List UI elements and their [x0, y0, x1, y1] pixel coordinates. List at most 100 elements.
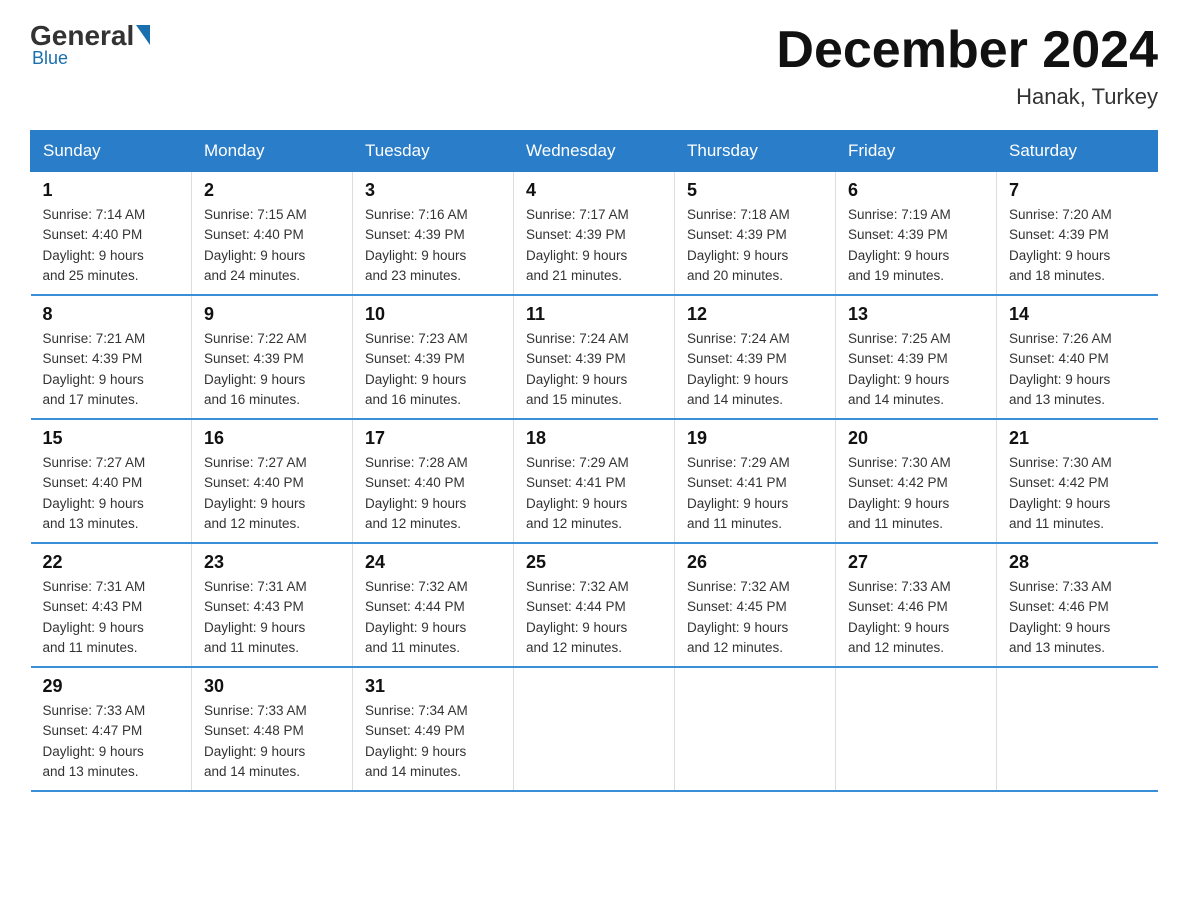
day-info: Sunrise: 7:29 AM Sunset: 4:41 PM Dayligh…: [526, 453, 662, 534]
day-info: Sunrise: 7:30 AM Sunset: 4:42 PM Dayligh…: [848, 453, 984, 534]
logo-triangle-icon: [136, 25, 150, 45]
calendar-cell: 14 Sunrise: 7:26 AM Sunset: 4:40 PM Dayl…: [997, 295, 1158, 419]
calendar-cell: 8 Sunrise: 7:21 AM Sunset: 4:39 PM Dayli…: [31, 295, 192, 419]
day-info: Sunrise: 7:15 AM Sunset: 4:40 PM Dayligh…: [204, 205, 340, 286]
day-info: Sunrise: 7:33 AM Sunset: 4:48 PM Dayligh…: [204, 701, 340, 782]
day-number: 9: [204, 304, 340, 325]
day-info: Sunrise: 7:23 AM Sunset: 4:39 PM Dayligh…: [365, 329, 501, 410]
page-header: General Blue December 2024 Hanak, Turkey: [30, 20, 1158, 110]
day-number: 13: [848, 304, 984, 325]
calendar-cell: 19 Sunrise: 7:29 AM Sunset: 4:41 PM Dayl…: [675, 419, 836, 543]
day-info: Sunrise: 7:17 AM Sunset: 4:39 PM Dayligh…: [526, 205, 662, 286]
day-number: 12: [687, 304, 823, 325]
calendar-cell: 1 Sunrise: 7:14 AM Sunset: 4:40 PM Dayli…: [31, 172, 192, 296]
day-info: Sunrise: 7:31 AM Sunset: 4:43 PM Dayligh…: [43, 577, 180, 658]
calendar-cell: 30 Sunrise: 7:33 AM Sunset: 4:48 PM Dayl…: [192, 667, 353, 791]
day-number: 24: [365, 552, 501, 573]
day-info: Sunrise: 7:32 AM Sunset: 4:44 PM Dayligh…: [365, 577, 501, 658]
day-number: 4: [526, 180, 662, 201]
calendar-cell: 27 Sunrise: 7:33 AM Sunset: 4:46 PM Dayl…: [836, 543, 997, 667]
day-info: Sunrise: 7:27 AM Sunset: 4:40 PM Dayligh…: [204, 453, 340, 534]
day-info: Sunrise: 7:20 AM Sunset: 4:39 PM Dayligh…: [1009, 205, 1146, 286]
calendar-cell: 26 Sunrise: 7:32 AM Sunset: 4:45 PM Dayl…: [675, 543, 836, 667]
header-wednesday: Wednesday: [514, 131, 675, 172]
day-number: 14: [1009, 304, 1146, 325]
calendar-table: Sunday Monday Tuesday Wednesday Thursday…: [30, 130, 1158, 792]
header-monday: Monday: [192, 131, 353, 172]
day-info: Sunrise: 7:30 AM Sunset: 4:42 PM Dayligh…: [1009, 453, 1146, 534]
day-info: Sunrise: 7:32 AM Sunset: 4:44 PM Dayligh…: [526, 577, 662, 658]
calendar-cell: 24 Sunrise: 7:32 AM Sunset: 4:44 PM Dayl…: [353, 543, 514, 667]
day-number: 29: [43, 676, 180, 697]
calendar-cell: 28 Sunrise: 7:33 AM Sunset: 4:46 PM Dayl…: [997, 543, 1158, 667]
calendar-cell: 12 Sunrise: 7:24 AM Sunset: 4:39 PM Dayl…: [675, 295, 836, 419]
calendar-cell: 18 Sunrise: 7:29 AM Sunset: 4:41 PM Dayl…: [514, 419, 675, 543]
day-number: 26: [687, 552, 823, 573]
day-number: 7: [1009, 180, 1146, 201]
calendar-cell: [675, 667, 836, 791]
calendar-cell: [836, 667, 997, 791]
location-label: Hanak, Turkey: [776, 84, 1158, 110]
day-number: 2: [204, 180, 340, 201]
day-number: 17: [365, 428, 501, 449]
day-number: 27: [848, 552, 984, 573]
calendar-cell: 25 Sunrise: 7:32 AM Sunset: 4:44 PM Dayl…: [514, 543, 675, 667]
day-info: Sunrise: 7:28 AM Sunset: 4:40 PM Dayligh…: [365, 453, 501, 534]
day-number: 10: [365, 304, 501, 325]
day-info: Sunrise: 7:29 AM Sunset: 4:41 PM Dayligh…: [687, 453, 823, 534]
day-info: Sunrise: 7:31 AM Sunset: 4:43 PM Dayligh…: [204, 577, 340, 658]
calendar-week-row: 1 Sunrise: 7:14 AM Sunset: 4:40 PM Dayli…: [31, 172, 1158, 296]
day-info: Sunrise: 7:16 AM Sunset: 4:39 PM Dayligh…: [365, 205, 501, 286]
calendar-cell: 31 Sunrise: 7:34 AM Sunset: 4:49 PM Dayl…: [353, 667, 514, 791]
day-number: 15: [43, 428, 180, 449]
calendar-cell: 13 Sunrise: 7:25 AM Sunset: 4:39 PM Dayl…: [836, 295, 997, 419]
calendar-header: Sunday Monday Tuesday Wednesday Thursday…: [31, 131, 1158, 172]
day-info: Sunrise: 7:32 AM Sunset: 4:45 PM Dayligh…: [687, 577, 823, 658]
calendar-cell: 6 Sunrise: 7:19 AM Sunset: 4:39 PM Dayli…: [836, 172, 997, 296]
day-info: Sunrise: 7:24 AM Sunset: 4:39 PM Dayligh…: [687, 329, 823, 410]
logo-blue-subtitle: Blue: [32, 48, 68, 69]
calendar-week-row: 22 Sunrise: 7:31 AM Sunset: 4:43 PM Dayl…: [31, 543, 1158, 667]
day-info: Sunrise: 7:25 AM Sunset: 4:39 PM Dayligh…: [848, 329, 984, 410]
calendar-cell: [997, 667, 1158, 791]
header-saturday: Saturday: [997, 131, 1158, 172]
day-info: Sunrise: 7:22 AM Sunset: 4:39 PM Dayligh…: [204, 329, 340, 410]
title-section: December 2024 Hanak, Turkey: [776, 20, 1158, 110]
day-info: Sunrise: 7:26 AM Sunset: 4:40 PM Dayligh…: [1009, 329, 1146, 410]
day-info: Sunrise: 7:14 AM Sunset: 4:40 PM Dayligh…: [43, 205, 180, 286]
day-info: Sunrise: 7:33 AM Sunset: 4:47 PM Dayligh…: [43, 701, 180, 782]
header-tuesday: Tuesday: [353, 131, 514, 172]
day-number: 25: [526, 552, 662, 573]
calendar-week-row: 29 Sunrise: 7:33 AM Sunset: 4:47 PM Dayl…: [31, 667, 1158, 791]
day-number: 16: [204, 428, 340, 449]
header-sunday: Sunday: [31, 131, 192, 172]
day-number: 11: [526, 304, 662, 325]
day-info: Sunrise: 7:19 AM Sunset: 4:39 PM Dayligh…: [848, 205, 984, 286]
day-info: Sunrise: 7:21 AM Sunset: 4:39 PM Dayligh…: [43, 329, 180, 410]
day-info: Sunrise: 7:33 AM Sunset: 4:46 PM Dayligh…: [1009, 577, 1146, 658]
calendar-cell: 2 Sunrise: 7:15 AM Sunset: 4:40 PM Dayli…: [192, 172, 353, 296]
day-number: 8: [43, 304, 180, 325]
calendar-cell: 4 Sunrise: 7:17 AM Sunset: 4:39 PM Dayli…: [514, 172, 675, 296]
day-number: 1: [43, 180, 180, 201]
calendar-cell: [514, 667, 675, 791]
calendar-cell: 11 Sunrise: 7:24 AM Sunset: 4:39 PM Dayl…: [514, 295, 675, 419]
day-info: Sunrise: 7:34 AM Sunset: 4:49 PM Dayligh…: [365, 701, 501, 782]
day-number: 3: [365, 180, 501, 201]
header-row: Sunday Monday Tuesday Wednesday Thursday…: [31, 131, 1158, 172]
calendar-cell: 7 Sunrise: 7:20 AM Sunset: 4:39 PM Dayli…: [997, 172, 1158, 296]
calendar-cell: 20 Sunrise: 7:30 AM Sunset: 4:42 PM Dayl…: [836, 419, 997, 543]
calendar-cell: 15 Sunrise: 7:27 AM Sunset: 4:40 PM Dayl…: [31, 419, 192, 543]
month-title: December 2024: [776, 20, 1158, 80]
calendar-body: 1 Sunrise: 7:14 AM Sunset: 4:40 PM Dayli…: [31, 172, 1158, 792]
calendar-cell: 29 Sunrise: 7:33 AM Sunset: 4:47 PM Dayl…: [31, 667, 192, 791]
calendar-cell: 16 Sunrise: 7:27 AM Sunset: 4:40 PM Dayl…: [192, 419, 353, 543]
day-number: 19: [687, 428, 823, 449]
calendar-cell: 17 Sunrise: 7:28 AM Sunset: 4:40 PM Dayl…: [353, 419, 514, 543]
calendar-cell: 9 Sunrise: 7:22 AM Sunset: 4:39 PM Dayli…: [192, 295, 353, 419]
calendar-week-row: 15 Sunrise: 7:27 AM Sunset: 4:40 PM Dayl…: [31, 419, 1158, 543]
day-number: 30: [204, 676, 340, 697]
day-info: Sunrise: 7:24 AM Sunset: 4:39 PM Dayligh…: [526, 329, 662, 410]
day-number: 23: [204, 552, 340, 573]
day-number: 5: [687, 180, 823, 201]
